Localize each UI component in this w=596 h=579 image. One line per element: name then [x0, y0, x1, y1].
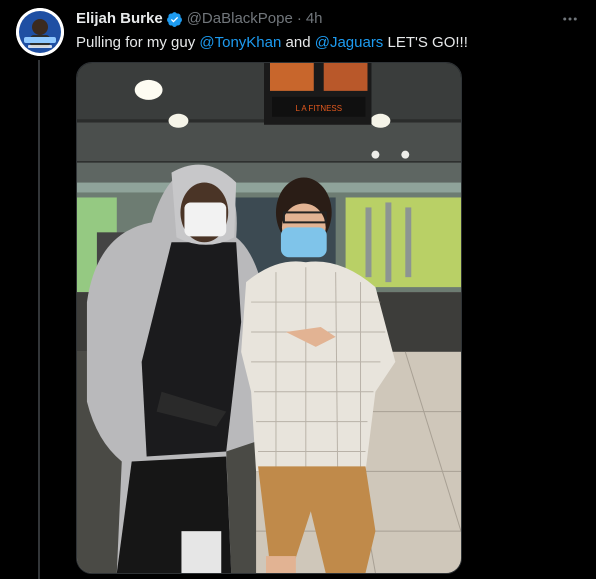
tweet-text: Pulling for my guy @TonyKhan and @Jaguar…	[76, 33, 580, 53]
more-options-icon[interactable]	[560, 9, 580, 29]
mention-jaguars[interactable]: @Jaguars	[315, 34, 384, 51]
gym-photo: L A FITNESS	[77, 63, 461, 573]
author-handle[interactable]: @DaBlackPope	[187, 9, 293, 29]
timestamp[interactable]: 4h	[306, 9, 323, 29]
gym-sign-text: L A FITNESS	[295, 104, 342, 113]
thread-line	[38, 60, 40, 579]
avatar[interactable]	[16, 8, 64, 56]
author-name[interactable]: Elijah Burke	[76, 9, 163, 29]
mention-tonykhan[interactable]: @TonyKhan	[199, 34, 281, 51]
tweet-header: Elijah Burke @DaBlackPope · 4h	[76, 9, 580, 29]
tweet-text-middle: and	[281, 34, 315, 51]
separator-dot: ·	[296, 10, 302, 27]
avatar-image	[16, 8, 64, 56]
tweet-photo[interactable]: L A FITNESS	[76, 62, 462, 574]
verified-badge-icon	[166, 11, 183, 28]
tweet-text-suffix: LET'S GO!!!	[383, 34, 468, 51]
tweet-text-prefix: Pulling for my guy	[76, 34, 200, 51]
